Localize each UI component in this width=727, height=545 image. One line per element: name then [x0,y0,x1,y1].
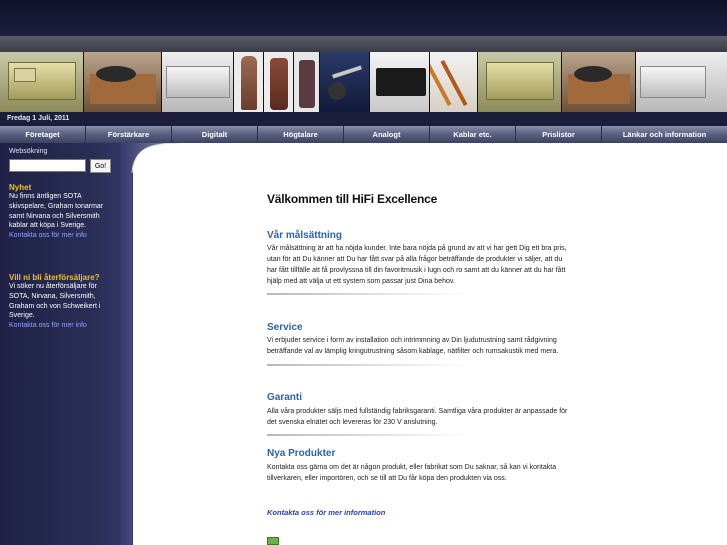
reseller-line: Vi söker nu återförsäljare för [9,282,97,290]
reseller-heading: Vill ni bli återförsäljare? [9,272,100,282]
section-divider [267,434,467,436]
section-title: Service [267,322,303,333]
news-line: kablar att köpa i Sverige. [9,222,87,230]
nav-prislistor[interactable]: Prislistor [516,126,602,143]
section-body: Alla våra produkter säljs med fullständi… [267,408,568,426]
news-line: Nu finns äntligen SOTA [9,193,82,200]
news-line: samt Nirvana och Silversmith [9,212,100,220]
section-title: Nya Produkter [267,448,336,459]
page-title: Välkommen till HiFi Excellence [267,192,438,206]
contact-more-info-link[interactable]: Kontakta oss för mer information [267,508,385,517]
news-heading: Nyhet [9,183,32,192]
amplifier-photo [0,52,84,112]
turntable-photo-2 [562,52,636,112]
search-input[interactable] [9,159,86,172]
section-body: Kontakta oss gärna om det är någon produ… [267,464,557,482]
preamp-photo [162,52,234,112]
section-title: Vår målsättning [267,230,343,241]
nav-lankar[interactable]: Länkar och information [602,126,727,143]
nav-forstarkare[interactable]: Förstärkare [86,126,172,143]
tonearm-photo [320,52,370,112]
amplifier-photo-2 [478,52,562,112]
search-button[interactable]: Go! [90,159,111,173]
header-gray-strip [0,36,727,52]
nav-analogt[interactable]: Analogt [344,126,430,143]
news-line: skivspelare, Graham tonarmar [9,202,104,210]
reseller-line: Sverige. [9,312,35,320]
sidebar: Websökning Go! Nyhet Nu finns äntligen S… [0,143,133,545]
reseller-line: Graham och von Schweikert i [9,302,101,310]
main-navigation: Företaget Förstärkare Digitalt Högtalare… [0,126,727,143]
turntable-photo [84,52,162,112]
search-label: Websökning [9,148,48,155]
section-body: Vår målsättning är att ha nöjda kunder. … [267,245,567,285]
speaker-photo-2 [264,52,294,112]
nav-digitalt[interactable]: Digitalt [172,126,258,143]
section-divider [267,364,467,366]
section-body: Vi erbjuder service i form av installati… [267,337,559,355]
date-bar: Fredag 1 Juli, 2011 [0,112,727,126]
speaker-photo-3 [294,52,320,112]
device-photo [370,52,430,112]
nav-foretaget[interactable]: Företaget [0,126,86,143]
cables-photo [430,52,478,112]
section-divider [267,293,467,295]
speaker-photo-1 [234,52,264,112]
nav-kablar[interactable]: Kablar etc. [430,126,516,143]
section-title: Garanti [267,392,303,403]
badge-icon [267,537,279,545]
preamp-photo-2 [636,52,727,112]
reseller-contact-link[interactable]: Kontakta oss för mer info [9,321,114,331]
nav-hogtalare[interactable]: Högtalare [258,126,344,143]
news-contact-link[interactable]: Kontakta oss för mer info [9,231,114,241]
product-photo-strip [0,52,727,112]
reseller-line: SOTA, Nirvana, Silversmith, [9,292,96,300]
